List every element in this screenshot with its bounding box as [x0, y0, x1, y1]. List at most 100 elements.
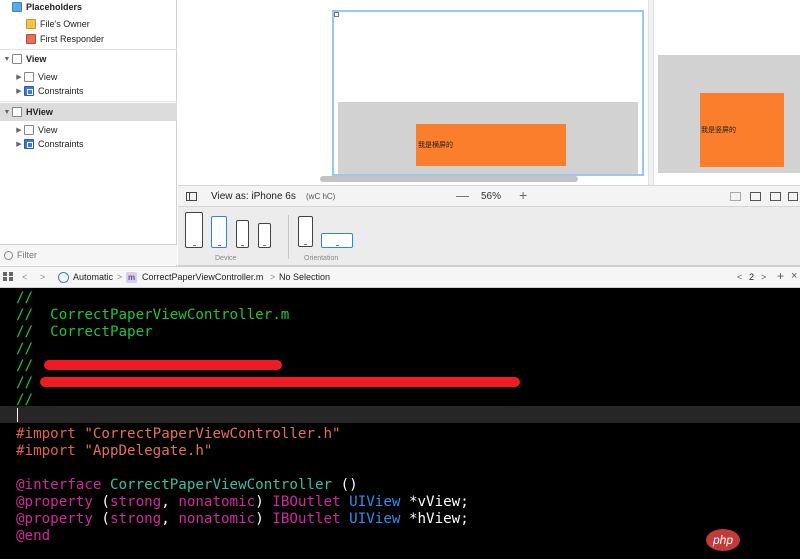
resolve-issues-icon[interactable]	[788, 192, 798, 201]
disclosure-closed-icon[interactable]: ▶	[14, 140, 24, 148]
hview-container[interactable]: 我是横屏的	[338, 102, 638, 174]
redaction-mark	[40, 377, 520, 387]
zoom-out-button[interactable]: —	[456, 188, 469, 203]
align-icon[interactable]	[750, 192, 761, 201]
landscape-label: 我是横屏的	[418, 142, 453, 149]
code-line-property-v: @property (strong, nonatomic) IBOutlet U…	[16, 494, 469, 510]
outline-files-owner[interactable]: File's Owner	[26, 17, 90, 31]
orientation-label: Orientation	[304, 255, 339, 262]
code-line: //	[16, 358, 34, 374]
outline-hview-child[interactable]: ▶ View	[14, 123, 57, 137]
canvas-divider	[648, 0, 654, 185]
disclosure-open-icon[interactable]: ▼	[2, 109, 12, 116]
device-configuration-bar: Device Orientation	[178, 207, 800, 266]
hview-scene-label: HView	[26, 107, 53, 117]
portrait-orientation-icon[interactable]	[298, 216, 313, 247]
outline-placeholders[interactable]: Placeholders	[12, 0, 82, 14]
outline-view-child[interactable]: ▶ View	[14, 70, 57, 84]
code-line: // CorrectPaperViewController.m	[16, 307, 290, 323]
breadcrumb-separator: >	[270, 272, 276, 282]
view-as-bar: View as: iPhone 6s (wC hC) — 56% +	[178, 185, 800, 207]
outline-view-scene[interactable]: ▼ View	[2, 52, 46, 66]
cube-icon	[12, 2, 22, 12]
code-line-end: @end	[16, 528, 51, 544]
view-icon	[12, 107, 22, 117]
iphone-6s-device-icon[interactable]	[236, 220, 249, 248]
landscape-orange-view[interactable]: 我是横屏的	[416, 124, 566, 166]
files-owner-icon	[26, 19, 36, 29]
add-editor-button[interactable]: +	[777, 269, 784, 283]
disclosure-open-icon[interactable]: ▼	[2, 56, 12, 63]
pin-icon[interactable]	[770, 192, 781, 201]
current-line-highlight	[0, 406, 800, 423]
landscape-orientation-icon[interactable]	[321, 233, 353, 248]
zoom-in-button[interactable]: +	[519, 187, 527, 203]
placeholders-label: Placeholders	[26, 2, 83, 12]
constraints-icon	[24, 139, 34, 149]
constraints-label: Constraints	[38, 139, 84, 149]
back-button[interactable]: <	[22, 272, 27, 282]
device-separator	[288, 215, 289, 259]
files-owner-label: File's Owner	[40, 19, 90, 29]
portrait-orange-view[interactable]: 我是竖屏的	[700, 93, 784, 167]
next-issue-button[interactable]: >	[761, 272, 766, 282]
portrait-scene[interactable]: 我是竖屏的	[658, 55, 800, 173]
view-icon	[24, 125, 34, 135]
filter-icon[interactable]	[4, 250, 13, 260]
code-editor[interactable]: // // CorrectPaperViewController.m // Co…	[0, 288, 800, 559]
horizontal-scrollbar[interactable]	[320, 176, 578, 182]
device-label: Device	[215, 255, 237, 262]
zoom-level: 56%	[481, 191, 502, 202]
outline-hview-scene[interactable]: ▼ HView	[2, 105, 53, 119]
code-line: //	[16, 290, 34, 306]
previous-issue-button[interactable]: <	[737, 272, 742, 282]
landscape-scene[interactable]: 我是横屏的	[332, 10, 644, 176]
toggle-outline-icon[interactable]	[186, 192, 197, 201]
view-as-label[interactable]: View as: iPhone 6s	[211, 191, 296, 202]
code-line-import-1: #import "CorrectPaperViewController.h"	[16, 426, 341, 442]
code-line: // CorrectPaper	[16, 324, 153, 340]
breadcrumb-separator: >	[117, 272, 123, 282]
outline-first-responder[interactable]: First Responder	[26, 32, 104, 46]
outline-divider	[0, 49, 177, 50]
m-file-icon: m	[126, 272, 137, 283]
php-watermark-logo: php	[706, 529, 740, 551]
interface-builder-canvas[interactable]: 我是横屏的 我是竖屏的	[178, 0, 800, 185]
constraints-label: Constraints	[38, 86, 84, 96]
ipad-device-icon[interactable]	[185, 212, 203, 248]
forward-button[interactable]: >	[40, 272, 45, 282]
disclosure-closed-icon[interactable]: ▶	[14, 126, 24, 134]
issue-count: 2	[749, 272, 755, 282]
portrait-label: 我是竖屏的	[701, 127, 736, 134]
close-editor-button[interactable]: ×	[791, 270, 797, 282]
update-frames-icon[interactable]	[730, 192, 741, 201]
outline-hview-constraints[interactable]: ▶ Constraints	[14, 137, 84, 151]
resize-handle[interactable]	[334, 12, 339, 17]
outline-view-constraints[interactable]: ▶ Constraints	[14, 84, 84, 98]
code-line-property-h: @property (strong, nonatomic) IBOutlet U…	[16, 511, 469, 527]
code-line: //	[16, 375, 34, 391]
automatic-label[interactable]: Automatic	[73, 272, 113, 282]
disclosure-closed-icon[interactable]: ▶	[14, 87, 24, 95]
text-cursor	[17, 408, 18, 422]
constraints-icon	[24, 86, 34, 96]
code-line: //	[16, 392, 34, 408]
view-icon	[24, 72, 34, 82]
view-icon	[12, 54, 22, 64]
view-child-label: View	[38, 72, 58, 82]
redaction-mark	[44, 360, 282, 370]
iphone-6s-plus-device-icon[interactable]	[211, 216, 227, 248]
hview-child-label: View	[38, 125, 58, 135]
iphone-se-device-icon[interactable]	[258, 223, 271, 248]
view-scene-label: View	[26, 54, 47, 64]
size-class-label: (wC hC)	[306, 192, 336, 201]
filter-input[interactable]	[17, 250, 157, 260]
outline-filter	[0, 244, 177, 265]
breadcrumb-selection[interactable]: No Selection	[279, 272, 330, 282]
related-items-icon[interactable]	[3, 272, 13, 281]
code-line-import-2: #import "AppDelegate.h"	[16, 443, 213, 459]
disclosure-closed-icon[interactable]: ▶	[14, 73, 24, 81]
outline-divider	[0, 101, 177, 102]
first-responder-label: First Responder	[40, 34, 105, 44]
breadcrumb-file[interactable]: CorrectPaperViewController.m	[142, 272, 263, 282]
